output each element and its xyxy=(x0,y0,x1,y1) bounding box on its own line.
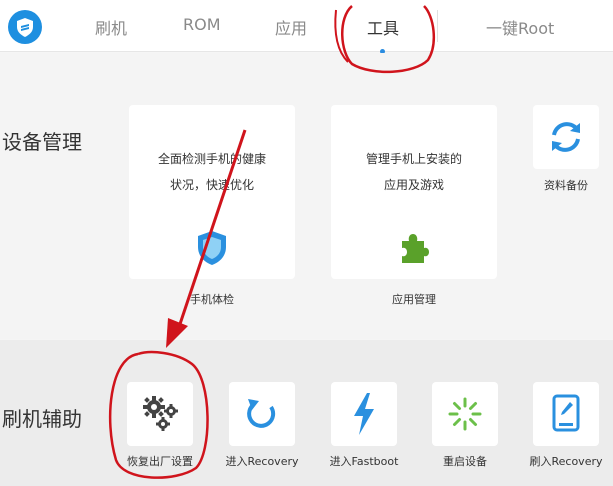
puzzle-icon xyxy=(402,234,429,263)
lightning-icon xyxy=(354,393,374,435)
factory-reset-label: 恢复出厂设置 xyxy=(127,455,193,468)
flash-recovery-label: 刷入Recovery xyxy=(529,455,603,468)
factory-reset-button[interactable] xyxy=(127,382,193,446)
enter-fastboot-label: 进入Fastboot xyxy=(329,455,399,468)
tablet-edit-icon xyxy=(552,394,580,432)
data-backup-card[interactable] xyxy=(533,105,599,169)
device-management-title: 设备管理 xyxy=(2,130,82,154)
app-management-card[interactable]: 管理手机上安装的 应用及游戏 应用管理 xyxy=(331,105,497,306)
tab-apps[interactable]: 应用 xyxy=(275,15,307,39)
reboot-device-button[interactable] xyxy=(432,382,498,446)
reboot-device-label: 重启设备 xyxy=(443,455,487,468)
gears-icon xyxy=(143,396,178,431)
phone-checkup-desc-line1: 全面检测手机的健康 xyxy=(157,152,266,166)
data-backup-label: 资料备份 xyxy=(544,179,588,192)
nav-divider xyxy=(437,10,438,42)
tab-rom[interactable]: ROM xyxy=(183,15,221,34)
top-nav: 刷机 ROM 应用 工具 一键Root xyxy=(0,0,613,54)
sync-icon xyxy=(552,122,580,152)
flash-assist-section xyxy=(0,340,613,486)
flash-recovery-button[interactable] xyxy=(533,382,599,446)
tab-flash[interactable]: 刷机 xyxy=(95,15,127,39)
refresh-icon xyxy=(247,399,276,428)
app-management-label: 应用管理 xyxy=(392,293,436,306)
app-management-desc-line1: 管理手机上安装的 xyxy=(365,152,462,166)
tab-one-click-root[interactable]: 一键Root xyxy=(486,15,554,39)
device-management-section xyxy=(0,53,613,339)
tab-tools[interactable]: 工具 xyxy=(367,15,399,39)
app-logo-icon[interactable] xyxy=(8,10,42,44)
shield-icon xyxy=(198,231,226,265)
phone-checkup-label: 手机体检 xyxy=(190,293,234,306)
enter-recovery-button[interactable] xyxy=(229,382,295,446)
enter-fastboot-button[interactable] xyxy=(331,382,397,446)
app-management-desc-line2: 应用及游戏 xyxy=(383,178,444,192)
loading-icon xyxy=(448,397,482,431)
phone-checkup-card[interactable]: 全面检测手机的健康 状况，快速优化 手机体检 xyxy=(129,105,295,306)
flash-assist-title: 刷机辅助 xyxy=(2,407,82,431)
enter-recovery-label: 进入Recovery xyxy=(225,455,299,468)
phone-checkup-desc-line2: 状况，快速优化 xyxy=(169,178,254,192)
